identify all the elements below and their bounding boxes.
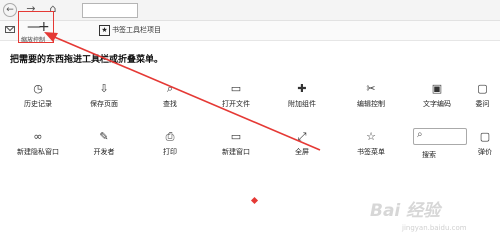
watermark-url: jingyan.baidu.com	[402, 224, 467, 232]
watermark-logo: Bai 经验	[370, 201, 441, 221]
